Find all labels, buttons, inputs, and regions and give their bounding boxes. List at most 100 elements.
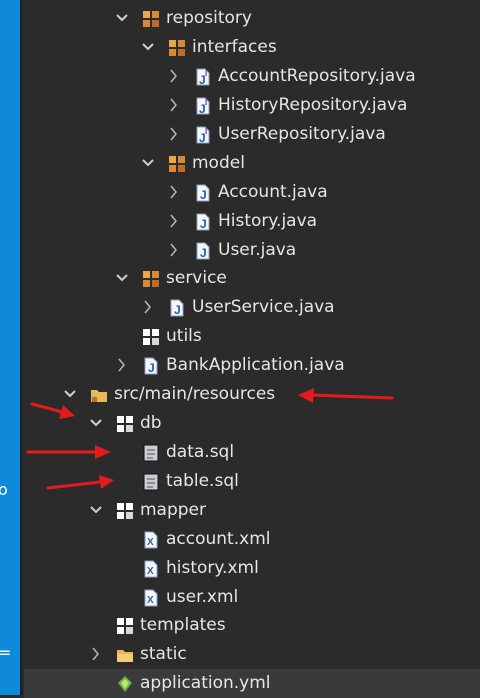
side-char-1: o <box>0 480 8 499</box>
chevron-down-icon[interactable] <box>116 11 128 25</box>
tree-item-bankapplication-java[interactable]: J BankApplication.java <box>24 351 480 380</box>
source-folder-icon <box>90 386 108 404</box>
java-interface-file-icon: JI <box>194 68 212 86</box>
tree-item-db[interactable]: db <box>24 409 480 438</box>
java-file-icon: J <box>194 242 212 260</box>
tree-item-label: static <box>140 644 187 664</box>
tree-item-label: BankApplication.java <box>166 355 345 375</box>
tree-item-repository[interactable]: repository <box>24 4 480 33</box>
svg-text:J: J <box>200 217 207 231</box>
chevron-right-icon[interactable] <box>90 647 102 661</box>
tree-item-mapper[interactable]: mapper <box>24 496 480 525</box>
tree-item-label: History.java <box>218 211 318 231</box>
tree-item-static[interactable]: static <box>24 640 480 669</box>
empty-package-icon <box>116 617 134 635</box>
tree-item-label: interfaces <box>192 37 277 57</box>
chevron-down-icon[interactable] <box>64 387 76 401</box>
tree-item-label: service <box>166 268 227 288</box>
tree-item-historyrepository-java[interactable]: J I HistoryRepository.java <box>24 91 480 120</box>
tree-item-user-xml[interactable]: Xuser.xml <box>24 583 480 612</box>
chevron-right-icon[interactable] <box>168 214 180 228</box>
tree-item-label: application.yml <box>140 673 271 693</box>
tree-item-account-java[interactable]: J Account.java <box>24 178 480 207</box>
xml-file-icon: X <box>142 589 160 607</box>
tree-item-label: templates <box>140 615 226 635</box>
svg-text:J: J <box>200 188 207 202</box>
folder-icon <box>116 646 134 664</box>
chevron-down-icon[interactable] <box>90 416 102 430</box>
xml-file-icon: X <box>142 560 160 578</box>
java-file-icon: J <box>194 213 212 231</box>
package-icon <box>168 155 186 173</box>
tree-item-service[interactable]: service <box>24 264 480 293</box>
left-editor-strip: o = <box>0 0 22 695</box>
chevron-right-icon[interactable] <box>168 98 180 112</box>
java-interface-file-icon: JI <box>194 126 212 144</box>
chevron-right-icon[interactable] <box>116 358 128 372</box>
tree-item-label: table.sql <box>166 471 239 491</box>
yaml-file-icon <box>116 675 134 693</box>
java-file-icon: J <box>142 357 160 375</box>
chevron-right-icon[interactable] <box>142 300 154 314</box>
tree-item-userrepository-java[interactable]: J I UserRepository.java <box>24 120 480 149</box>
tree-item-application-yml[interactable]: application.yml <box>24 669 480 698</box>
tree-item-utils[interactable]: utils <box>24 322 480 351</box>
svg-text:X: X <box>147 566 154 577</box>
side-char-2: = <box>0 643 12 662</box>
svg-text:X: X <box>147 537 154 548</box>
tree-item-label: mapper <box>140 500 207 520</box>
package-icon <box>168 39 186 57</box>
chevron-right-icon[interactable] <box>168 185 180 199</box>
package-icon <box>142 10 160 28</box>
tree-item-label: model <box>192 153 245 173</box>
tree-item-label: utils <box>166 326 202 346</box>
xml-file-icon: X <box>142 531 160 549</box>
tree-item-account-xml[interactable]: Xaccount.xml <box>24 525 480 554</box>
tree-item-label: user.xml <box>166 587 239 607</box>
tree-item-model[interactable]: model <box>24 149 480 178</box>
tree-item-label: repository <box>166 8 252 28</box>
tree-item-label: AccountRepository.java <box>218 66 416 86</box>
java-interface-file-icon: JI <box>194 97 212 115</box>
tree-item-label: data.sql <box>166 442 235 462</box>
project-explorer-tree: repository interfaces J I AccountRepository.… <box>24 0 480 698</box>
chevron-down-icon[interactable] <box>116 271 128 285</box>
tree-item-userservice-java[interactable]: J UserService.java <box>24 293 480 322</box>
java-file-icon: J <box>168 299 186 317</box>
tree-item-templates[interactable]: templates <box>24 611 480 640</box>
tree-item-interfaces[interactable]: interfaces <box>24 33 480 62</box>
tree-item-accountrepository-java[interactable]: J I AccountRepository.java <box>24 62 480 91</box>
tree-item-label: account.xml <box>166 529 271 549</box>
tree-item-label: User.java <box>218 240 297 260</box>
chevron-down-icon[interactable] <box>90 503 102 517</box>
tree-item-user-java[interactable]: J User.java <box>24 236 480 265</box>
svg-text:I: I <box>205 127 207 136</box>
sql-file-icon <box>142 473 160 491</box>
svg-text:J: J <box>148 361 155 375</box>
tree-item-label: Account.java <box>218 182 328 202</box>
empty-package-icon <box>116 415 134 433</box>
chevron-right-icon[interactable] <box>168 127 180 141</box>
tree-item-src-main-resources[interactable]: src/main/resources <box>24 380 480 409</box>
empty-package-icon <box>142 328 160 346</box>
tree-item-label: UserRepository.java <box>218 124 386 144</box>
tree-item-history-xml[interactable]: Xhistory.xml <box>24 554 480 583</box>
tree-item-history-java[interactable]: J History.java <box>24 207 480 236</box>
tree-item-label: db <box>140 413 162 433</box>
tree-item-table-sql[interactable]: table.sql <box>24 467 480 496</box>
chevron-down-icon[interactable] <box>142 156 154 170</box>
tree-item-label: src/main/resources <box>114 384 276 404</box>
tree-item-data-sql[interactable]: data.sql <box>24 438 480 467</box>
chevron-right-icon[interactable] <box>168 69 180 83</box>
svg-text:J: J <box>200 246 207 260</box>
tree-item-label: HistoryRepository.java <box>218 95 408 115</box>
sql-file-icon <box>142 444 160 462</box>
chevron-right-icon[interactable] <box>168 243 180 257</box>
tree-item-label: history.xml <box>166 558 259 578</box>
package-icon <box>142 270 160 288</box>
empty-package-icon <box>116 502 134 520</box>
svg-text:I: I <box>205 98 207 107</box>
svg-text:J: J <box>174 303 181 317</box>
chevron-down-icon[interactable] <box>142 40 154 54</box>
svg-text:X: X <box>147 595 154 606</box>
